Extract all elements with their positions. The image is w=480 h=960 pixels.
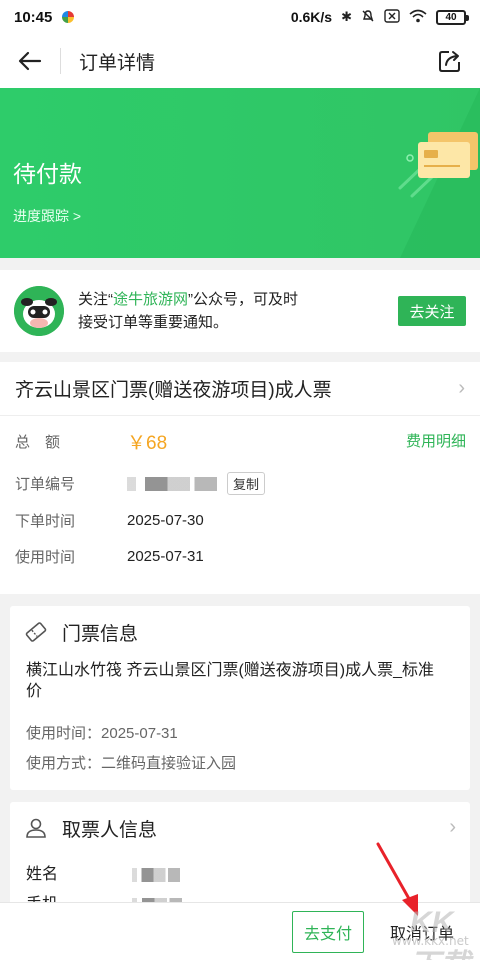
total-row: 总 额 ￥68 — [15, 428, 167, 455]
ticket-info-card: 门票信息 横江山水竹筏 齐云山景区门票(赠送夜游项目)成人票_标准价 使用时间：… — [10, 606, 470, 790]
order-status-banner: 待付款 进度跟踪 > — [0, 88, 480, 258]
chevron-right-icon: › — [449, 816, 456, 838]
ticket-icon — [25, 622, 47, 642]
picker-info-title: 取票人信息 — [62, 819, 158, 841]
use-time-value: 2025-07-31 — [127, 548, 204, 565]
battery-icon: 40 — [436, 9, 469, 25]
ticket-use-method-row: 使用方式：二维码直接验证入园 — [26, 755, 237, 772]
status-time: 10:45 — [14, 8, 53, 26]
ticket-info-header: 门票信息 — [10, 606, 470, 658]
ticket-name: 横江山水竹筏 齐云山景区门票(赠送夜游项目)成人票_标准价 — [26, 662, 435, 700]
person-icon — [26, 818, 46, 838]
tuniu-cow-avatar-icon — [14, 286, 64, 336]
wallet-card-icon — [398, 88, 480, 258]
picker-name-row: 姓名 — [26, 860, 181, 884]
arrow-left-icon — [18, 51, 42, 71]
mute-icon — [361, 9, 375, 26]
total-price: ￥68 — [127, 433, 168, 454]
share-button[interactable] — [420, 34, 480, 88]
total-label: 总 额 — [15, 434, 61, 451]
sim-off-icon — [384, 8, 400, 26]
order-number-label: 订单编号 — [15, 476, 76, 493]
order-status-label: 待付款 — [13, 161, 82, 187]
fee-detail-link[interactable]: 费用明细 — [406, 430, 466, 451]
picker-name-redacted — [132, 867, 181, 882]
watermark-url: www.kkx.net — [392, 934, 469, 948]
product-title-row[interactable]: 齐云山景区门票(赠送夜游项目)成人票 › — [0, 362, 480, 416]
page-title: 订单详情 — [79, 52, 156, 74]
chevron-right-icon: › — [458, 377, 465, 399]
status-bar: 10:45 0.6K/s ✱ 40 — [0, 0, 480, 34]
use-time-label: 使用时间 — [15, 549, 76, 566]
back-button[interactable] — [0, 34, 60, 88]
product-title: 齐云山景区门票(赠送夜游项目)成人票 — [15, 380, 332, 401]
order-time-row: 下单时间 2025-07-30 — [15, 510, 204, 531]
order-number-redacted — [127, 476, 217, 491]
order-time-label: 下单时间 — [15, 513, 76, 530]
order-detail-page: 10:45 0.6K/s ✱ 40 订单详情 待付款 进度跟踪 > 关注“途牛旅… — [0, 0, 480, 960]
bluetooth-icon: ✱ — [341, 9, 352, 24]
follow-wechat-card: 关注“途牛旅游网”公众号，可及时接受订单等重要通知。 去关注 — [0, 270, 480, 352]
product-summary-card: 齐云山景区门票(赠送夜游项目)成人票 › 总 额 ￥68 费用明细 订单编号 复… — [0, 362, 480, 594]
network-speed: 0.6K/s — [290, 9, 333, 25]
pay-button[interactable]: 去支付 — [292, 911, 364, 953]
progress-tracking-link[interactable]: 进度跟踪 > — [13, 206, 81, 226]
order-number-row: 订单编号 复制 — [15, 472, 266, 495]
use-time-row: 使用时间 2025-07-31 — [15, 546, 204, 567]
ticket-use-time-row: 使用时间：2025-07-31 — [26, 725, 178, 742]
nav-divider — [60, 48, 61, 74]
ticket-info-title: 门票信息 — [62, 623, 139, 645]
wifi-icon — [409, 9, 427, 26]
account-name: 途牛旅游网 — [113, 291, 189, 308]
copy-button[interactable]: 复制 — [227, 472, 266, 495]
app-notification-icon — [62, 11, 75, 23]
order-time-value: 2025-07-30 — [127, 512, 204, 529]
share-icon — [439, 51, 460, 72]
navigation-bar: 订单详情 — [0, 34, 480, 88]
follow-button[interactable]: 去关注 — [398, 296, 466, 326]
follow-prompt-text: 关注“途牛旅游网”公众号，可及时接受订单等重要通知。 — [78, 291, 299, 331]
watermark-logo: KK下载 — [410, 906, 470, 960]
